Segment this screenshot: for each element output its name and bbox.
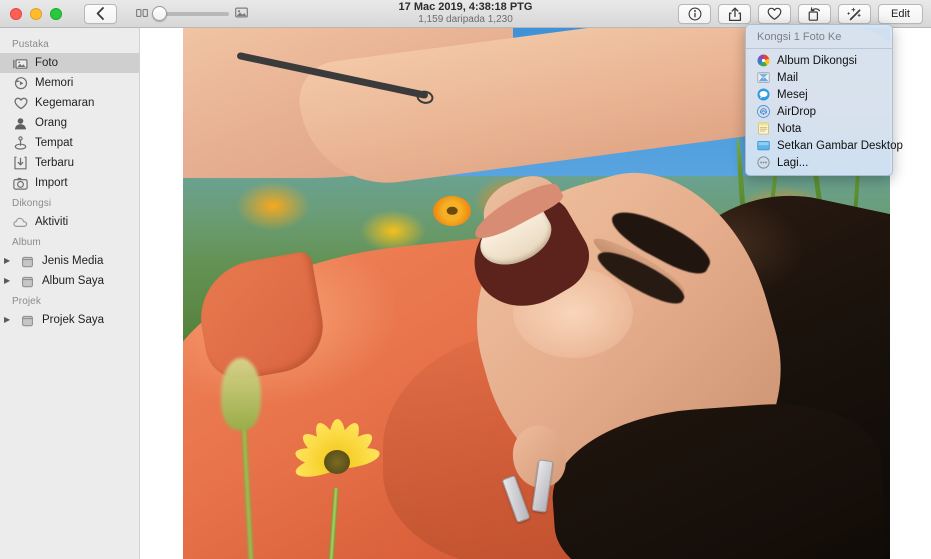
sidebar-item-import[interactable]: Import [0, 173, 139, 193]
sidebar-item-projek-saya[interactable]: ▶ Projek Saya [0, 310, 139, 330]
rotate-button[interactable] [798, 4, 831, 24]
content-area: Kongsi 1 Foto Ke Album Dikongsi Mail Mes… [141, 28, 931, 559]
sidebar-section-header-dikongsi: Dikongsi [0, 193, 139, 212]
sidebar-section-header-pustaka: Pustaka [0, 34, 139, 53]
import-arrow-icon [13, 156, 28, 171]
window-controls [10, 8, 62, 20]
flower-center [324, 450, 350, 474]
flower-bud [221, 358, 261, 430]
sidebar-item-label: Orang [35, 117, 67, 129]
share-menu-item-label: Mail [777, 72, 798, 84]
thumbnail-size-slider[interactable] [136, 5, 248, 23]
sidebar-item-memori[interactable]: Memori [0, 73, 139, 93]
share-menu-item-nota[interactable]: Nota [746, 120, 892, 137]
share-menu-item-label: Album Dikongsi [777, 55, 857, 67]
heart-icon [13, 96, 28, 111]
folder-icon [20, 313, 35, 328]
mail-icon [757, 71, 770, 84]
airdrop-icon [757, 105, 770, 118]
sidebar-item-orang[interactable]: Orang [0, 113, 139, 133]
person-icon [13, 116, 28, 131]
minimize-button[interactable] [30, 8, 42, 20]
sidebar-item-label: Memori [35, 77, 73, 89]
sidebar-item-label: Foto [35, 57, 58, 69]
sidebar-item-aktiviti[interactable]: Aktiviti [0, 212, 139, 232]
info-button[interactable] [678, 4, 711, 24]
share-icon [728, 7, 742, 22]
sidebar-item-label: Kegemaran [35, 97, 94, 109]
sidebar: Pustaka Foto Memori Kegemaran Orang [0, 28, 140, 559]
chevron-right-icon[interactable]: ▶ [4, 257, 12, 265]
share-menu-item-setkan-gambar-desktop[interactable]: Setkan Gambar Desktop [746, 137, 892, 154]
share-menu-item-airdrop[interactable]: AirDrop [746, 103, 892, 120]
camera-icon [13, 176, 28, 191]
slider-knob[interactable] [152, 6, 167, 21]
sidebar-item-kegemaran[interactable]: Kegemaran [0, 93, 139, 113]
info-icon [688, 7, 702, 21]
sidebar-item-label: Jenis Media [42, 255, 103, 267]
chevron-right-icon[interactable]: ▶ [4, 316, 12, 324]
shared-album-icon [757, 54, 770, 67]
large-thumbnail-icon[interactable] [235, 5, 248, 23]
magic-wand-icon [847, 7, 862, 22]
sidebar-item-label: Projek Saya [42, 314, 104, 326]
heart-icon [767, 7, 782, 21]
sidebar-item-terbaru[interactable]: Terbaru [0, 153, 139, 173]
sidebar-item-label: Import [35, 177, 68, 189]
share-button[interactable] [718, 4, 751, 24]
photos-window: 17 Mac 2019, 4:38:18 PTG 1,159 daripada … [0, 0, 931, 559]
sidebar-section-header-album: Album [0, 232, 139, 251]
favorite-button[interactable] [758, 4, 791, 24]
sidebar-item-foto[interactable]: Foto [0, 53, 139, 73]
desktop-picture-icon [757, 139, 770, 152]
more-icon [757, 156, 770, 169]
share-menu: Kongsi 1 Foto Ke Album Dikongsi Mail Mes… [745, 24, 893, 176]
sidebar-section-header-projek: Projek [0, 291, 139, 310]
orange-daisy [433, 196, 471, 226]
close-button[interactable] [10, 8, 22, 20]
pin-icon [13, 136, 28, 151]
sidebar-item-tempat[interactable]: Tempat [0, 133, 139, 153]
share-menu-item-mesej[interactable]: Mesej [746, 86, 892, 103]
yellow-daisy [283, 423, 391, 501]
share-menu-item-label: Setkan Gambar Desktop [777, 140, 903, 152]
notes-icon [757, 122, 770, 135]
enhance-button[interactable] [838, 4, 871, 24]
cloud-icon [13, 215, 28, 230]
menu-divider [746, 48, 892, 49]
photos-icon [13, 56, 28, 71]
share-menu-item-mail[interactable]: Mail [746, 69, 892, 86]
memories-icon [13, 76, 28, 91]
sidebar-item-label: Album Saya [42, 275, 104, 287]
toolbar-right-buttons: Edit [678, 4, 923, 24]
folder-icon [20, 274, 35, 289]
messages-icon [757, 88, 770, 101]
share-menu-item-label: AirDrop [777, 106, 816, 118]
share-menu-item-label: Nota [777, 123, 801, 135]
back-button[interactable] [84, 4, 117, 24]
sidebar-item-label: Terbaru [35, 157, 74, 169]
edit-button[interactable]: Edit [878, 4, 923, 24]
chevron-right-icon[interactable]: ▶ [4, 277, 12, 285]
share-menu-item-album-dikongsi[interactable]: Album Dikongsi [746, 52, 892, 69]
share-menu-item-label: Lagi... [777, 157, 808, 169]
zoom-button[interactable] [50, 8, 62, 20]
sidebar-item-jenis-media[interactable]: ▶ Jenis Media [0, 251, 139, 271]
sidebar-item-album-saya[interactable]: ▶ Album Saya [0, 271, 139, 291]
small-thumbnails-icon[interactable] [136, 5, 148, 23]
share-menu-item-lagi[interactable]: Lagi... [746, 154, 892, 171]
share-menu-title: Kongsi 1 Foto Ke [746, 29, 892, 47]
sidebar-item-label: Aktiviti [35, 216, 68, 228]
sidebar-item-label: Tempat [35, 137, 73, 149]
share-menu-item-label: Mesej [777, 89, 808, 101]
folder-icon [20, 254, 35, 269]
rotate-icon [807, 7, 822, 22]
slider-track[interactable] [154, 12, 229, 16]
